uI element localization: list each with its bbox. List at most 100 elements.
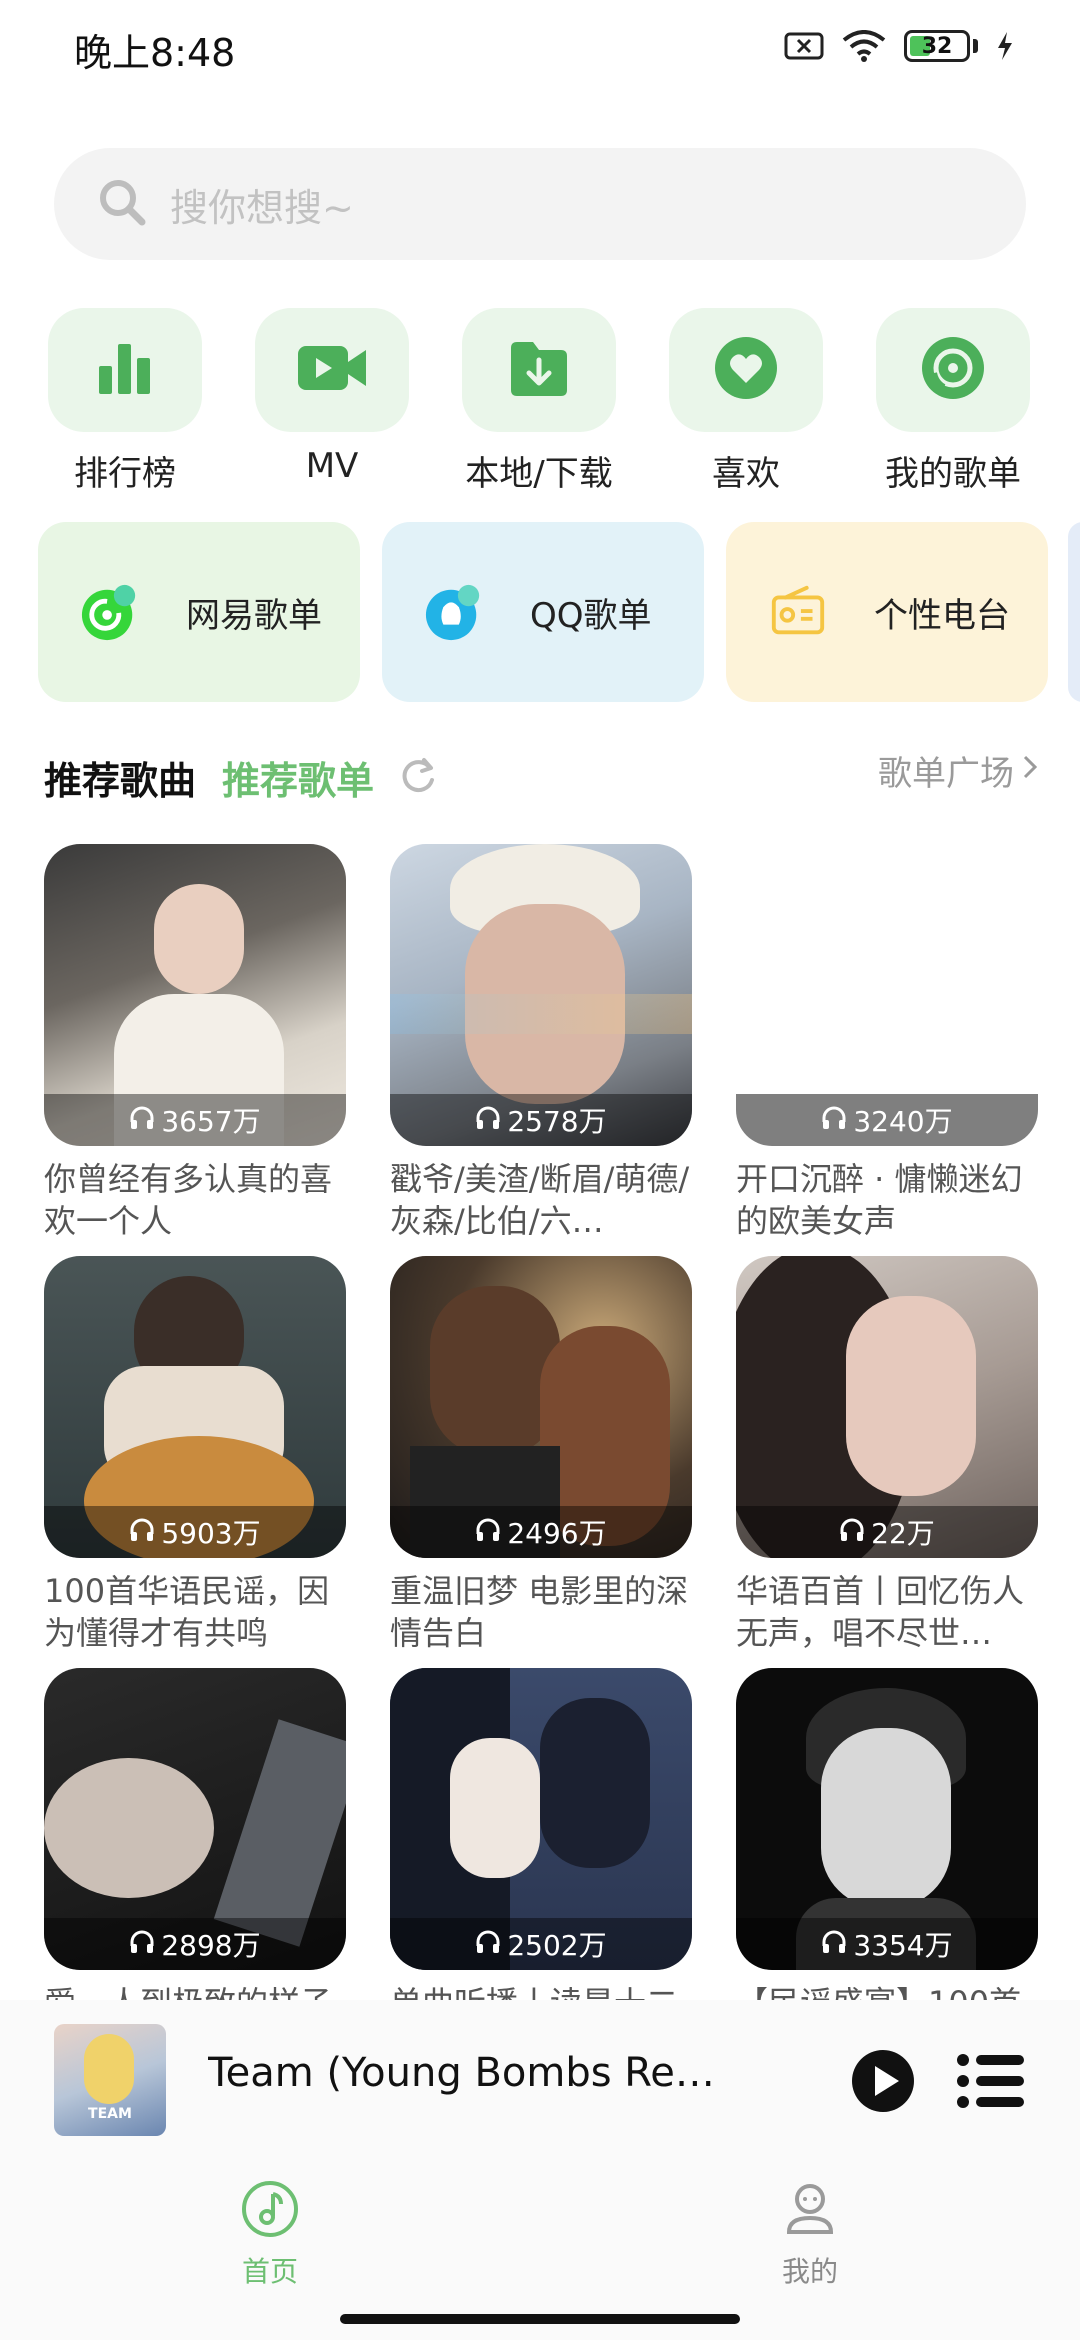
play-count: 2502万 (390, 1918, 692, 1970)
quick-entry-charts[interactable]: 排行榜 (20, 308, 230, 495)
source-card-netease[interactable]: 网易歌单 (38, 522, 360, 702)
source-label: QQ歌单 (530, 595, 652, 636)
playlist-card[interactable]: 3657万 你曾经有多认真的喜欢一个人 (44, 844, 346, 1242)
headphones-icon (821, 1104, 847, 1137)
home-indicator[interactable] (340, 2314, 740, 2324)
refresh-icon[interactable] (398, 756, 438, 800)
battery-indicator: 32 (904, 30, 970, 62)
cover-text: TEAM (88, 2106, 132, 2122)
playlist-card[interactable]: 2578万 戳爷/美渣/断眉/萌德/灰森/比伯/六… (390, 844, 692, 1242)
playlist-queue-icon[interactable] (956, 2052, 1026, 2114)
quick-entry-label: MV (305, 446, 359, 486)
search-icon (96, 176, 148, 232)
quick-entry-mv[interactable]: MV (227, 308, 437, 486)
playlist-cover: 3657万 (44, 844, 346, 1146)
play-count: 2898万 (44, 1918, 346, 1970)
playlist-cover: 2578万 (390, 844, 692, 1146)
source-card-radio[interactable]: 个性电台 (726, 522, 1048, 702)
playlist-card[interactable]: 2496万 重温旧梦 电影里的深情告白 (390, 1256, 692, 1654)
search-input[interactable]: 搜你想搜~ (54, 148, 1026, 260)
battery-level: 32 (921, 33, 953, 59)
playlist-card[interactable]: 2898万 爱一人到极致的样子 (44, 1668, 346, 2004)
status-time: 晚上8:48 (74, 31, 236, 75)
headphones-icon (129, 1516, 155, 1549)
search-placeholder: 搜你想搜~ (170, 185, 354, 230)
section-header: 推荐歌曲 推荐歌单 歌单广场 (44, 746, 1040, 806)
play-count: 2496万 (390, 1506, 692, 1558)
play-button[interactable] (850, 2048, 916, 2118)
home-page: 晚上8:48 32 搜你想搜~ 排行榜 MV 本地/下载 喜欢 我的歌单 网易歌… (0, 0, 1080, 2340)
playlist-cover: 3354万 (736, 1668, 1038, 1970)
quick-entry-my-playlists[interactable]: 我的歌单 (848, 308, 1058, 495)
playlist-title: 华语百首丨回忆伤人无声，唱不尽世… (736, 1572, 1025, 1652)
playlist-title: 重温旧梦 电影里的深情告白 (390, 1572, 689, 1652)
headphones-icon (475, 1516, 501, 1549)
bar-chart-icon (93, 336, 157, 404)
playlist-cover: 22万 (736, 1256, 1038, 1558)
quick-entry-favorites[interactable]: 喜欢 (641, 308, 851, 495)
playlist-card[interactable]: 3240万 开口沉醉 · 慵懒迷幻的欧美女声 (736, 844, 1038, 1242)
nav-mine-label: 我的 (781, 2255, 838, 2288)
quick-entry-label: 排行榜 (74, 454, 176, 494)
disc-icon (920, 335, 986, 405)
play-count: 3657万 (44, 1094, 346, 1146)
tab-recommended-songs[interactable]: 推荐歌曲 (44, 750, 196, 805)
playlist-cover: 2502万 (390, 1668, 692, 1970)
headphones-icon (821, 1928, 847, 1961)
play-count: 5903万 (44, 1506, 346, 1558)
playlist-title: 100首华语民谣，因为懂得才有共鸣 (44, 1572, 330, 1652)
source-card-partial[interactable] (1068, 522, 1080, 702)
playlist-card[interactable]: 5903万 100首华语民谣，因为懂得才有共鸣 (44, 1256, 346, 1654)
play-count: 3240万 (736, 1094, 1038, 1146)
heart-icon (713, 335, 779, 405)
status-bar: 晚上8:48 32 (0, 0, 1080, 96)
nav-mine[interactable]: 我的 (710, 2180, 910, 2290)
tab-recommended-playlists[interactable]: 推荐歌单 (222, 750, 374, 805)
playlist-title: 戳爷/美渣/断眉/萌德/灰森/比伯/六… (390, 1160, 690, 1240)
playlist-square-link[interactable]: 歌单广场 (878, 746, 1040, 795)
playlist-title: 你曾经有多认真的喜欢一个人 (44, 1160, 333, 1240)
profile-icon (781, 2180, 839, 2242)
headphones-icon (475, 1928, 501, 1961)
playlist-grid: 3657万 你曾经有多认真的喜欢一个人 2578万 戳爷/美渣/断眉/萌德/灰森… (0, 844, 1080, 2004)
radio-icon (768, 582, 828, 642)
playlist-title: 开口沉醉 · 慵懒迷幻的欧美女声 (736, 1160, 1023, 1240)
charging-icon (996, 31, 1014, 61)
headphones-icon (129, 1104, 155, 1137)
playlist-card[interactable]: 2502万 单曲听播丨读是十二 (390, 1668, 692, 2004)
folder-download-icon (507, 338, 571, 402)
bottom-nav: 首页 我的 (0, 2160, 1080, 2340)
music-note-icon (241, 2180, 299, 2242)
playlist-card[interactable]: 22万 华语百首丨回忆伤人无声，唱不尽世… (736, 1256, 1038, 1654)
wifi-icon (842, 30, 886, 62)
source-label: 网易歌单 (186, 595, 322, 636)
headphones-icon (129, 1928, 155, 1961)
now-playing-cover: TEAM (54, 2024, 166, 2136)
headphones-icon (839, 1516, 865, 1549)
playlist-cover: 2898万 (44, 1668, 346, 1970)
status-icons: 32 (784, 30, 1014, 62)
mini-player[interactable]: TEAM Team (Young Bombs Remi... (0, 2000, 1080, 2160)
play-count: 3354万 (736, 1918, 1038, 1970)
qq-icon (424, 582, 484, 642)
source-card-qq[interactable]: QQ歌单 (382, 522, 704, 702)
quick-entry-label: 喜欢 (712, 454, 780, 494)
playlist-cover: 2496万 (390, 1256, 692, 1558)
sim-off-icon (784, 31, 824, 61)
nav-home[interactable]: 首页 (170, 2180, 370, 2290)
source-label: 个性电台 (874, 595, 1010, 636)
quick-entry-local-download[interactable]: 本地/下载 (434, 308, 644, 495)
nav-home-label: 首页 (241, 2255, 298, 2288)
play-count: 2578万 (390, 1094, 692, 1146)
playlist-square-label: 歌单广场 (878, 754, 1014, 794)
headphones-icon (475, 1104, 501, 1137)
video-icon (296, 340, 368, 400)
quick-entry-label: 本地/下载 (465, 454, 613, 494)
chevron-right-icon (1020, 751, 1040, 791)
playlist-cover: 5903万 (44, 1256, 346, 1558)
now-playing-title: Team (Young Bombs Remi... (208, 2050, 748, 2096)
netease-icon (80, 582, 140, 642)
playlist-cover: 3240万 (736, 844, 1038, 1146)
quick-entry-label: 我的歌单 (885, 454, 1021, 494)
playlist-card[interactable]: 3354万 【民谣盛宴】100首 (736, 1668, 1038, 2004)
